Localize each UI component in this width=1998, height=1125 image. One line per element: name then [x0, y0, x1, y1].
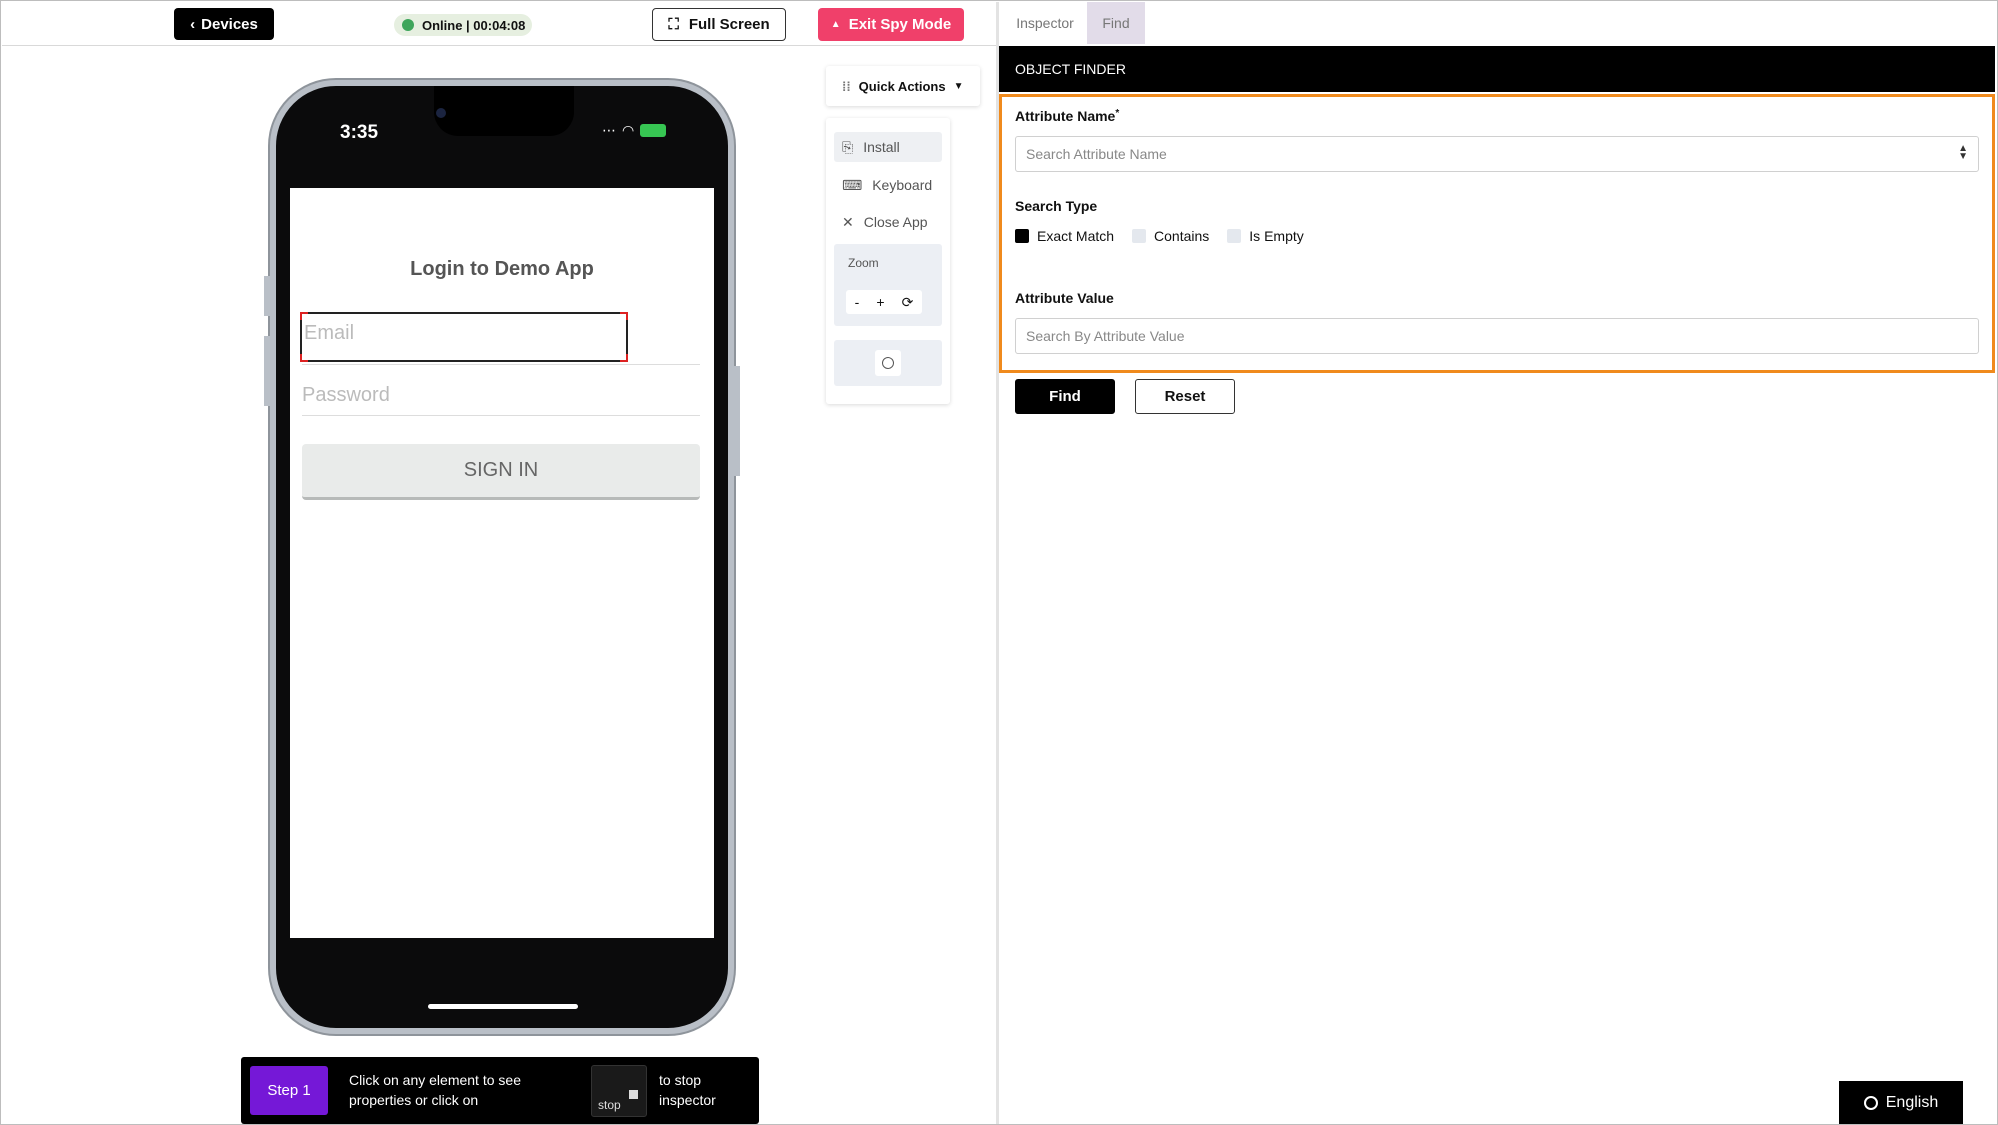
full-screen-button[interactable]: ⛶ Full Screen: [652, 8, 786, 41]
device-time: 3:35: [340, 122, 379, 143]
devices-button[interactable]: ‹ Devices: [174, 8, 274, 40]
battery-icon: [640, 124, 667, 137]
checkbox-icon: [1227, 229, 1242, 243]
device-pane: ‹ Devices Online | 00:04:08 ⛶ Full Scree…: [2, 2, 996, 1124]
volume-up-button: [264, 276, 270, 316]
attribute-name-label: Attribute Name*: [1015, 108, 1120, 124]
highlight-corner: [620, 312, 628, 320]
email-field-highlight[interactable]: Email: [300, 312, 628, 362]
stop-inspector-button[interactable]: stop: [591, 1065, 647, 1117]
app-title: Login to Demo App: [410, 258, 594, 280]
grid-icon: ⁞⁞: [842, 78, 851, 94]
caret-down-icon: ▼: [953, 80, 964, 92]
install-icon: ⎘: [842, 138, 854, 155]
record-control: [834, 340, 942, 386]
email-underline: [302, 364, 700, 365]
keyboard-icon: ⌨: [842, 176, 863, 193]
wifi-icon: ◠: [622, 122, 635, 138]
quick-actions-panel: ⎘ Install ⌨ Keyboard ✕ Close App Zoom - …: [826, 118, 950, 404]
language-selector[interactable]: English: [1839, 1081, 1963, 1124]
stop-icon: [629, 1090, 638, 1099]
tab-inspector[interactable]: Inspector: [1003, 2, 1087, 44]
close-app-action[interactable]: ✕ Close App: [834, 207, 942, 237]
keyboard-action[interactable]: ⌨ Keyboard: [834, 170, 942, 200]
device-toolbar: ‹ Devices Online | 00:04:08 ⛶ Full Scree…: [2, 2, 996, 46]
signal-icon: ⋯: [602, 122, 616, 138]
password-underline: [302, 415, 700, 416]
option-contains[interactable]: Contains: [1132, 228, 1209, 244]
expand-icon: ⛶: [668, 16, 679, 33]
search-type-options: Exact Match Contains Is Empty: [1015, 228, 1304, 244]
zoom-label: Zoom: [848, 256, 879, 270]
stop-instruction-text: to stop inspector: [659, 1072, 716, 1108]
search-type-label: Search Type: [1015, 198, 1098, 214]
volume-down-button: [264, 336, 270, 406]
highlight-corner: [300, 312, 308, 320]
app-window: ‹ Devices Online | 00:04:08 ⛶ Full Scree…: [0, 0, 1998, 1125]
highlight-corner: [300, 354, 308, 362]
checkbox-icon: [1132, 229, 1147, 243]
device-notch: [434, 86, 574, 136]
online-dot-icon: [402, 19, 414, 31]
highlight-corner: [620, 354, 628, 362]
quick-actions-dropdown[interactable]: ⁞⁞ Quick Actions ▼: [826, 66, 980, 106]
checkbox-icon: [1015, 229, 1029, 243]
globe-icon: [1863, 1095, 1878, 1110]
option-is-empty[interactable]: Is Empty: [1227, 228, 1304, 244]
step-instruction-text: Click on any element to see properties o…: [349, 1072, 521, 1108]
inspector-tabs: Inspector Find: [999, 2, 1997, 44]
email-field[interactable]: Email: [304, 322, 354, 345]
device-status-icons: ⋯ ◠: [602, 122, 667, 139]
zoom-control: Zoom - + ⟳: [834, 244, 942, 326]
reset-button[interactable]: Reset: [1135, 379, 1235, 414]
option-exact-match[interactable]: Exact Match: [1015, 228, 1114, 244]
tab-find[interactable]: Find: [1087, 2, 1145, 44]
exit-spy-mode-button[interactable]: ▲ Exit Spy Mode: [818, 8, 964, 41]
refresh-icon[interactable]: ⟳: [902, 294, 914, 311]
install-action[interactable]: ⎘ Install: [834, 132, 942, 162]
step-badge: Step 1: [250, 1066, 328, 1115]
attribute-name-select[interactable]: Search Attribute Name ▲ ▼: [1015, 136, 1979, 172]
find-button[interactable]: Find: [1015, 379, 1115, 414]
zoom-in-button[interactable]: +: [876, 294, 884, 310]
attribute-value-input[interactable]: Search By Attribute Value: [1015, 318, 1979, 354]
inspector-pane: Inspector Find OBJECT FINDER Attribute N…: [999, 2, 1997, 1124]
camera-icon: [436, 108, 446, 118]
select-arrows-icon: ▲ ▼: [1958, 143, 1968, 162]
step-instructions-bar: Step 1 Click on any element to see prope…: [241, 1057, 759, 1124]
zoom-stepper: - + ⟳: [846, 290, 922, 314]
device-screen[interactable]: Login to Demo App Email Password SIGN IN: [290, 188, 714, 938]
record-icon: [882, 357, 894, 369]
device-frame: 3:35 ⋯ ◠ Login to Demo App Email Passwor…: [264, 80, 740, 1034]
zoom-out-button[interactable]: -: [855, 294, 860, 310]
chevron-left-icon: ‹: [190, 15, 196, 33]
power-button: [734, 366, 740, 476]
object-finder-header: OBJECT FINDER: [999, 46, 1995, 92]
eject-icon: ▲: [830, 19, 841, 30]
record-button[interactable]: [875, 350, 901, 376]
sign-in-button[interactable]: SIGN IN: [302, 444, 700, 500]
attribute-value-label: Attribute Value: [1015, 290, 1114, 306]
home-indicator: [428, 1004, 578, 1009]
password-field[interactable]: Password: [302, 384, 390, 407]
close-icon: ✕: [842, 213, 854, 230]
online-status-badge: Online | 00:04:08: [394, 14, 532, 36]
